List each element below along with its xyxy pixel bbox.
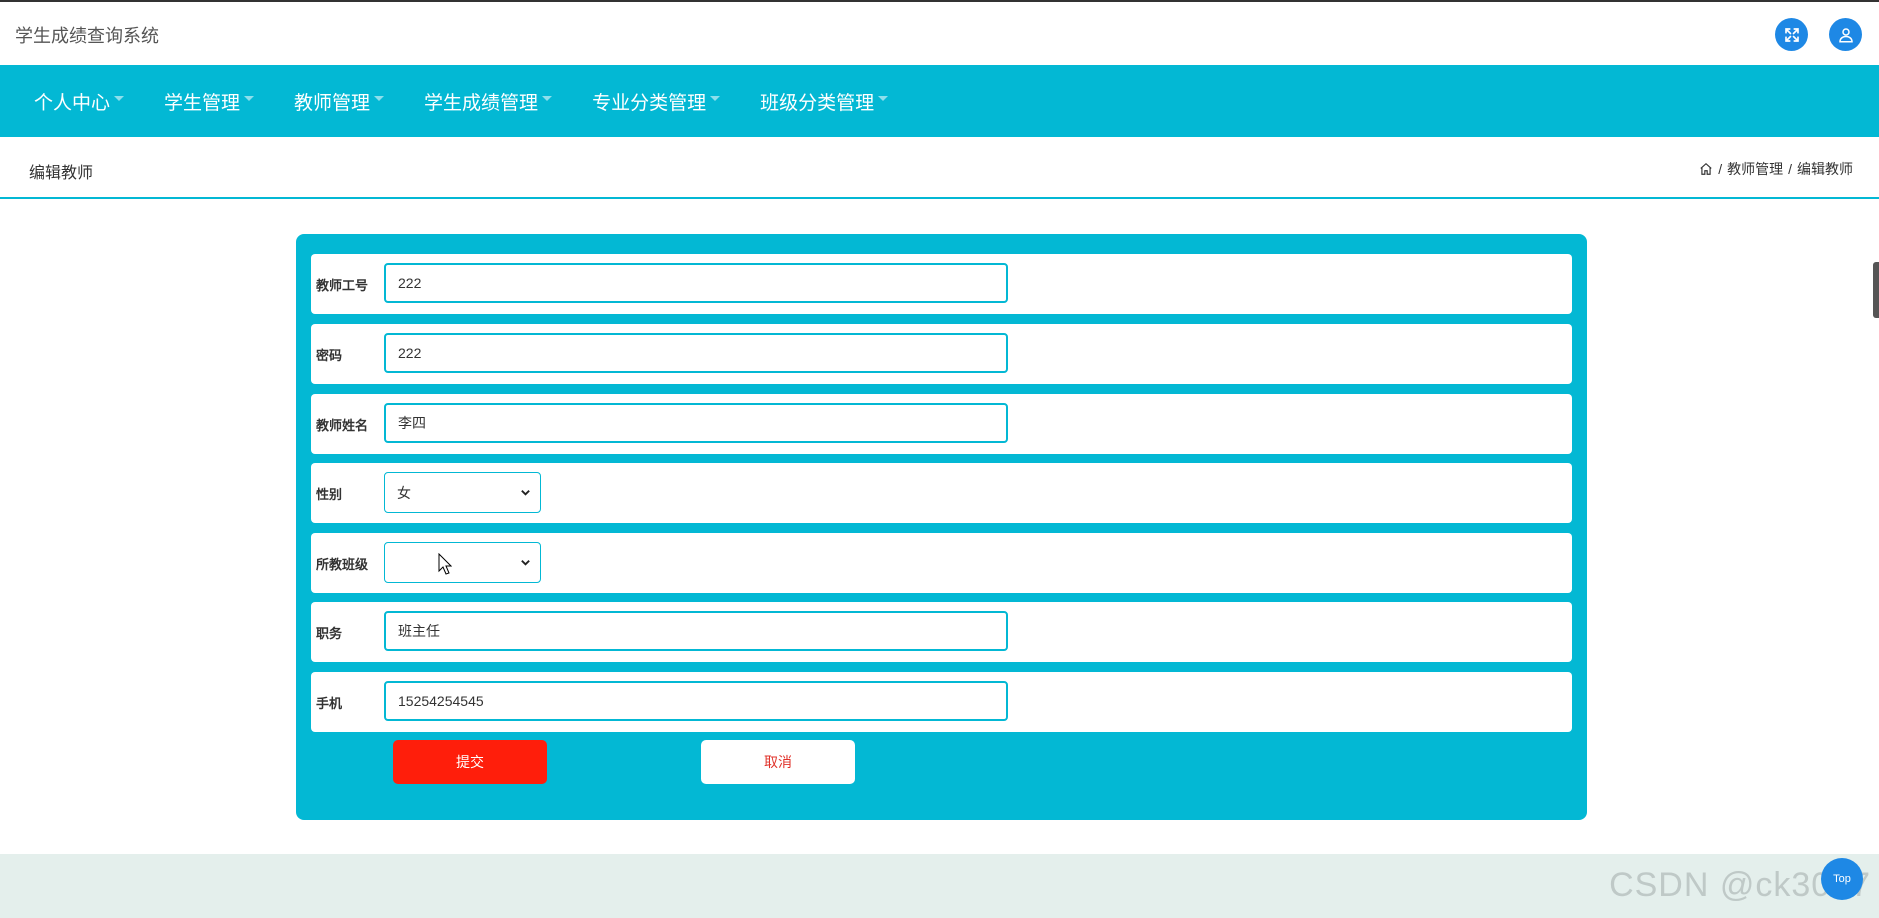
- gender-select[interactable]: 女: [384, 472, 541, 513]
- nav-label: 专业分类管理: [592, 92, 707, 114]
- class-select[interactable]: [384, 542, 541, 583]
- nav-label: 学生管理: [164, 92, 241, 114]
- content-area: 教师工号 密码 教师姓名 性别 女 所教班级 职务: [0, 199, 1879, 854]
- page-header: 编辑教师 / 教师管理 / 编辑教师: [0, 137, 1879, 199]
- user-icon: [1838, 27, 1853, 42]
- password-input[interactable]: [384, 333, 1008, 373]
- position-input[interactable]: [384, 611, 1008, 651]
- caret-down-icon: [878, 95, 889, 101]
- breadcrumb-current: 编辑教师: [1797, 161, 1853, 177]
- nav-item-student-management[interactable]: 学生管理: [151, 88, 267, 115]
- home-icon[interactable]: [1699, 162, 1713, 176]
- form-row-class: 所教班级: [311, 533, 1572, 593]
- caret-down-icon: [114, 95, 125, 101]
- password-label: 密码: [316, 348, 343, 363]
- caret-down-icon: [374, 95, 385, 101]
- breadcrumb-separator: /: [1788, 161, 1792, 177]
- user-button[interactable]: [1829, 18, 1862, 51]
- scrollbar-handle[interactable]: [1873, 262, 1879, 318]
- nav-label: 教师管理: [294, 92, 371, 114]
- page-title: 编辑教师: [29, 165, 94, 182]
- class-label: 所教班级: [316, 557, 369, 572]
- teacher-id-input[interactable]: [384, 263, 1008, 303]
- footer: [0, 854, 1879, 918]
- edit-teacher-form: 教师工号 密码 教师姓名 性别 女 所教班级 职务: [296, 234, 1587, 820]
- fullscreen-button[interactable]: [1775, 18, 1808, 51]
- chevron-down-icon: [521, 560, 530, 566]
- submit-button[interactable]: 提交: [393, 740, 547, 784]
- back-to-top-button[interactable]: Top: [1821, 858, 1863, 900]
- nav-item-personal-center[interactable]: 个人中心: [21, 88, 137, 115]
- nav-label: 班级分类管理: [760, 92, 875, 114]
- cancel-button[interactable]: 取消: [701, 740, 855, 784]
- phone-input[interactable]: [384, 681, 1008, 721]
- form-row-phone: 手机: [311, 672, 1572, 732]
- teacher-name-label: 教师姓名: [316, 418, 369, 433]
- chevron-down-icon: [521, 490, 530, 496]
- form-row-teacher-id: 教师工号: [311, 254, 1572, 314]
- caret-down-icon: [244, 95, 255, 101]
- nav-item-major-category[interactable]: 专业分类管理: [579, 88, 733, 115]
- teacher-name-input[interactable]: [384, 403, 1008, 443]
- nav-item-class-category[interactable]: 班级分类管理: [747, 88, 901, 115]
- fullscreen-icon: [1784, 27, 1799, 42]
- gender-selected-value: 女: [397, 484, 411, 501]
- breadcrumb: / 教师管理 / 编辑教师: [1699, 159, 1853, 179]
- mouse-cursor-icon: [438, 553, 452, 575]
- breadcrumb-separator: /: [1718, 161, 1723, 177]
- phone-label: 手机: [316, 696, 343, 711]
- form-row-position: 职务: [311, 602, 1572, 662]
- app-title: 学生成绩查询系统: [15, 26, 159, 46]
- gender-label: 性别: [316, 487, 343, 502]
- teacher-id-label: 教师工号: [316, 278, 369, 293]
- caret-down-icon: [542, 95, 553, 101]
- form-row-teacher-name: 教师姓名: [311, 394, 1572, 454]
- top-bar: 学生成绩查询系统: [0, 0, 1879, 65]
- form-row-gender: 性别 女: [311, 463, 1572, 523]
- nav-item-teacher-management[interactable]: 教师管理: [281, 88, 397, 115]
- nav-label: 个人中心: [34, 92, 111, 114]
- caret-down-icon: [710, 95, 721, 101]
- nav-item-score-management[interactable]: 学生成绩管理: [411, 88, 565, 115]
- form-row-password: 密码: [311, 324, 1572, 384]
- breadcrumb-section[interactable]: 教师管理: [1727, 159, 1783, 179]
- main-nav: 个人中心 学生管理 教师管理 学生成绩管理 专业分类管理 班级分类管理: [0, 65, 1879, 137]
- position-label: 职务: [316, 626, 343, 641]
- nav-label: 学生成绩管理: [424, 92, 539, 114]
